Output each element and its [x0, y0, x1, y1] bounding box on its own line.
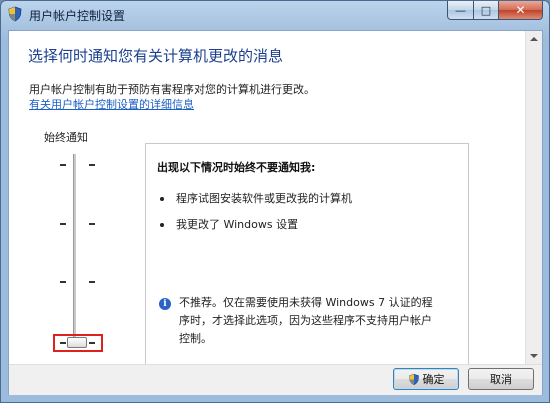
uac-shield-icon	[8, 6, 22, 22]
info-text: 不推荐。仅在需要使用未获得 Windows 7 认证的程 序时，才选择此选项，因…	[179, 294, 459, 348]
panel-title: 出现以下情况时始终不要通知我:	[157, 161, 316, 174]
uac-settings-window: 用户帐户控制设置 — □ ✕ 选择何时通知您有关计算机更改的消息 用户帐户控制有…	[0, 0, 550, 403]
maximize-icon: □	[480, 3, 492, 17]
red-highlight-box	[53, 334, 103, 352]
ok-label: 确定	[422, 373, 445, 386]
button-bar: 确定 取消	[9, 364, 542, 395]
slider-tick	[60, 281, 66, 283]
info-line: 不推荐。仅在需要使用未获得 Windows 7 认证的程	[179, 296, 433, 309]
list-item: 程序试图安装软件或更改我的计算机	[160, 190, 352, 206]
slider-tick	[60, 223, 66, 225]
slider-tick	[89, 223, 95, 225]
description-panel: 出现以下情况时始终不要通知我: 程序试图安装软件或更改我的计算机 我更改了 Wi…	[145, 143, 469, 366]
uac-shield-icon	[408, 373, 419, 385]
caption-buttons: — □ ✕	[447, 1, 543, 21]
close-button[interactable]: ✕	[499, 1, 543, 20]
slider-track[interactable]	[73, 154, 76, 344]
bullet-icon	[160, 223, 164, 227]
scroll-up-icon[interactable]	[530, 37, 538, 41]
vertical-scrollbar[interactable]	[525, 31, 542, 364]
slider-top-label: 始终通知	[44, 131, 88, 144]
close-icon: ✕	[515, 3, 526, 17]
bullet-text: 我更改了 Windows 设置	[176, 218, 299, 231]
maximize-button[interactable]: □	[474, 1, 499, 20]
slider-tick	[60, 164, 66, 166]
info-icon: i	[159, 298, 171, 310]
list-item: 我更改了 Windows 设置	[160, 216, 298, 232]
bullet-icon	[160, 197, 164, 201]
title-bar[interactable]: 用户帐户控制设置 — □ ✕	[1, 1, 549, 29]
window-title: 用户帐户控制设置	[29, 9, 126, 23]
minimize-button[interactable]: —	[447, 1, 474, 20]
uac-details-link[interactable]: 有关用户帐户控制设置的详细信息	[29, 96, 194, 112]
cancel-button[interactable]: 取消	[468, 368, 534, 390]
ok-button[interactable]: 确定	[393, 368, 459, 390]
slider-tick	[89, 164, 95, 166]
page-heading: 选择何时通知您有关计算机更改的消息	[28, 48, 284, 65]
page-description: 用户帐户控制有助于预防有害程序对您的计算机进行更改。	[29, 83, 315, 96]
client-area: 选择何时通知您有关计算机更改的消息 用户帐户控制有助于预防有害程序对您的计算机进…	[8, 30, 543, 395]
cancel-label: 取消	[490, 373, 512, 386]
scroll-down-icon[interactable]	[530, 354, 538, 358]
info-line: 序时，才选择此选项，因为这些程序不支持用户帐户	[179, 314, 432, 327]
minimize-icon: —	[455, 3, 466, 17]
bullet-text: 程序试图安装软件或更改我的计算机	[176, 192, 352, 205]
slider-tick	[89, 281, 95, 283]
info-line: 控制。	[179, 332, 212, 345]
